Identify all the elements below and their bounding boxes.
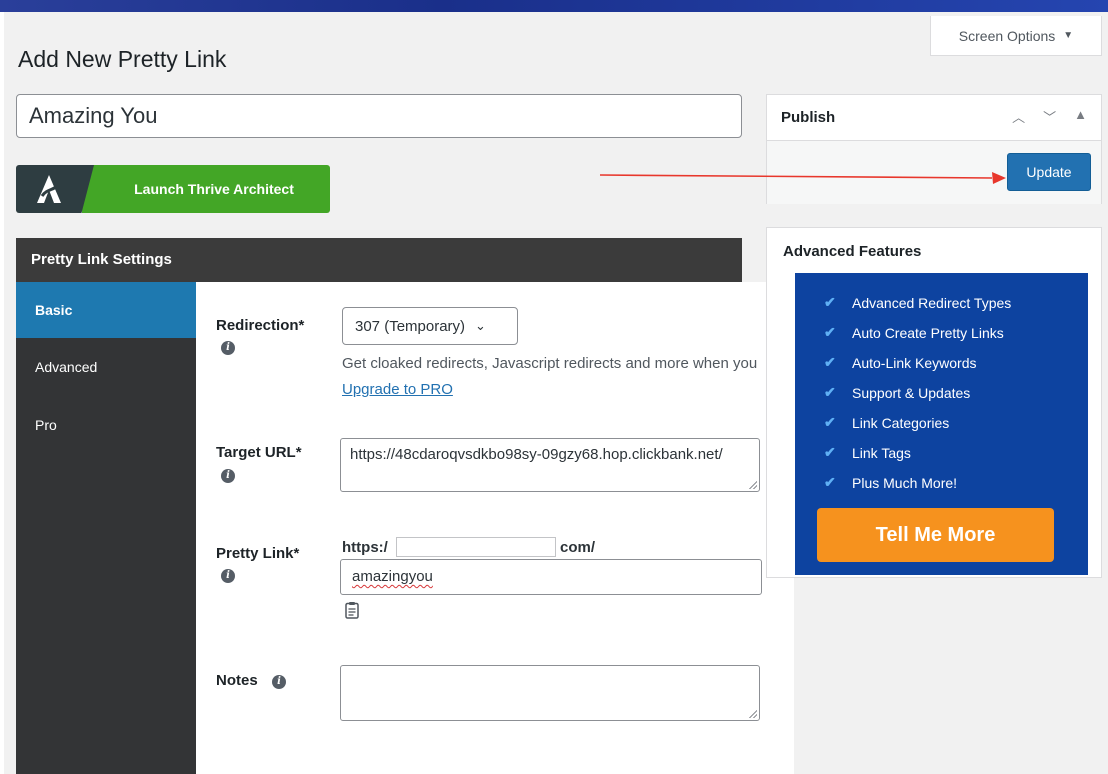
- feature-item: ✔ Support & Updates: [824, 384, 970, 401]
- info-icon[interactable]: i: [221, 469, 235, 483]
- chevron-down-icon: ⌄: [475, 318, 486, 333]
- notes-label: Notes: [216, 672, 258, 689]
- feature-item: ✔ Link Tags: [824, 444, 911, 461]
- top-bar: [0, 0, 1108, 12]
- feature-label: Plus Much More!: [852, 474, 958, 491]
- redirection-selected: 307 (Temporary): [355, 317, 466, 335]
- toggle-panel-icon[interactable]: ▲: [1074, 107, 1087, 126]
- redacted-domain: [396, 537, 556, 557]
- feature-label: Auto-Link Keywords: [852, 354, 977, 371]
- resize-handle-icon[interactable]: [749, 710, 757, 718]
- pretty-link-suffix: com/: [560, 539, 596, 556]
- move-down-icon[interactable]: ﹀: [1043, 107, 1056, 126]
- red-arrow-annotation: [600, 172, 1006, 184]
- feature-label: Support & Updates: [852, 384, 971, 401]
- pretty-link-slug: amazingyou: [352, 568, 433, 585]
- info-icon[interactable]: i: [221, 569, 235, 583]
- pretty-link-label: Pretty Link*: [216, 545, 300, 562]
- feature-label: Link Tags: [852, 444, 911, 461]
- checkmark-icon: ✔: [824, 324, 836, 340]
- screen-options-label: Screen Options: [958, 27, 1056, 44]
- checkmark-icon: ✔: [824, 354, 836, 370]
- target-url-value: https://48cdaroqvsdkbo98sy-09gzy68.hop.c…: [350, 446, 723, 463]
- tab-advanced[interactable]: Advanced: [16, 338, 196, 396]
- checkmark-icon: ✔: [824, 294, 836, 310]
- checkmark-icon: ✔: [824, 474, 836, 490]
- tab-basic[interactable]: Basic: [16, 282, 196, 338]
- thrive-logo-icon: [16, 165, 94, 213]
- target-url-label: Target URL*: [216, 444, 302, 461]
- thrive-label: Launch Thrive Architect: [82, 165, 330, 213]
- target-url-field[interactable]: https://48cdaroqvsdkbo98sy-09gzy68.hop.c…: [340, 438, 760, 492]
- caret-down-icon: ▼: [1063, 30, 1074, 41]
- feature-item: ✔ Auto Create Pretty Links: [824, 324, 1004, 341]
- checkmark-icon: ✔: [824, 384, 836, 400]
- upgrade-to-pro-link[interactable]: Upgrade to PRO: [342, 381, 453, 398]
- pretty-link-slug-input[interactable]: amazingyou: [340, 559, 762, 595]
- screen-options-button[interactable]: Screen Options ▼: [930, 16, 1102, 56]
- publish-title: Publish: [781, 109, 836, 126]
- feature-item: ✔ Auto-Link Keywords: [824, 354, 977, 371]
- notes-field[interactable]: [340, 665, 760, 721]
- redirection-help-text: Get cloaked redirects, Javascript redire…: [342, 355, 758, 372]
- settings-nav: Basic Advanced Pro: [16, 282, 196, 774]
- feature-label: Auto Create Pretty Links: [852, 324, 1004, 341]
- checkmark-icon: ✔: [824, 414, 836, 430]
- page-title: Add New Pretty Link: [18, 46, 227, 72]
- feature-item: ✔ Plus Much More!: [824, 474, 957, 491]
- clipboard-icon[interactable]: [345, 601, 359, 624]
- info-icon[interactable]: i: [272, 675, 286, 689]
- left-edge: [0, 12, 4, 774]
- publish-controls: ︿ ﹀ ▲: [1012, 107, 1087, 126]
- redirection-help: Get cloaked redirects, Javascript redire…: [342, 351, 762, 403]
- tell-me-more-button[interactable]: Tell Me More: [817, 508, 1054, 562]
- link-title-input[interactable]: Amazing You: [16, 94, 742, 138]
- redirection-label: Redirection*: [216, 317, 305, 334]
- redirection-select[interactable]: 307 (Temporary) ⌄: [342, 307, 518, 345]
- tab-pro[interactable]: Pro: [16, 396, 196, 454]
- pretty-link-prefix: https:/: [342, 539, 388, 556]
- feature-item: ✔ Advanced Redirect Types: [824, 294, 1011, 311]
- move-up-icon[interactable]: ︿: [1012, 107, 1025, 126]
- launch-thrive-architect-button[interactable]: Launch Thrive Architect: [16, 165, 330, 213]
- resize-handle-icon[interactable]: [749, 481, 757, 489]
- update-button[interactable]: Update: [1007, 153, 1091, 191]
- checkmark-icon: ✔: [824, 444, 836, 460]
- feature-item: ✔ Link Categories: [824, 414, 949, 431]
- info-icon[interactable]: i: [221, 341, 235, 355]
- feature-label: Link Categories: [852, 414, 950, 431]
- settings-header: Pretty Link Settings: [16, 238, 742, 282]
- advanced-features-title: Advanced Features: [783, 242, 922, 260]
- feature-label: Advanced Redirect Types: [852, 294, 1012, 311]
